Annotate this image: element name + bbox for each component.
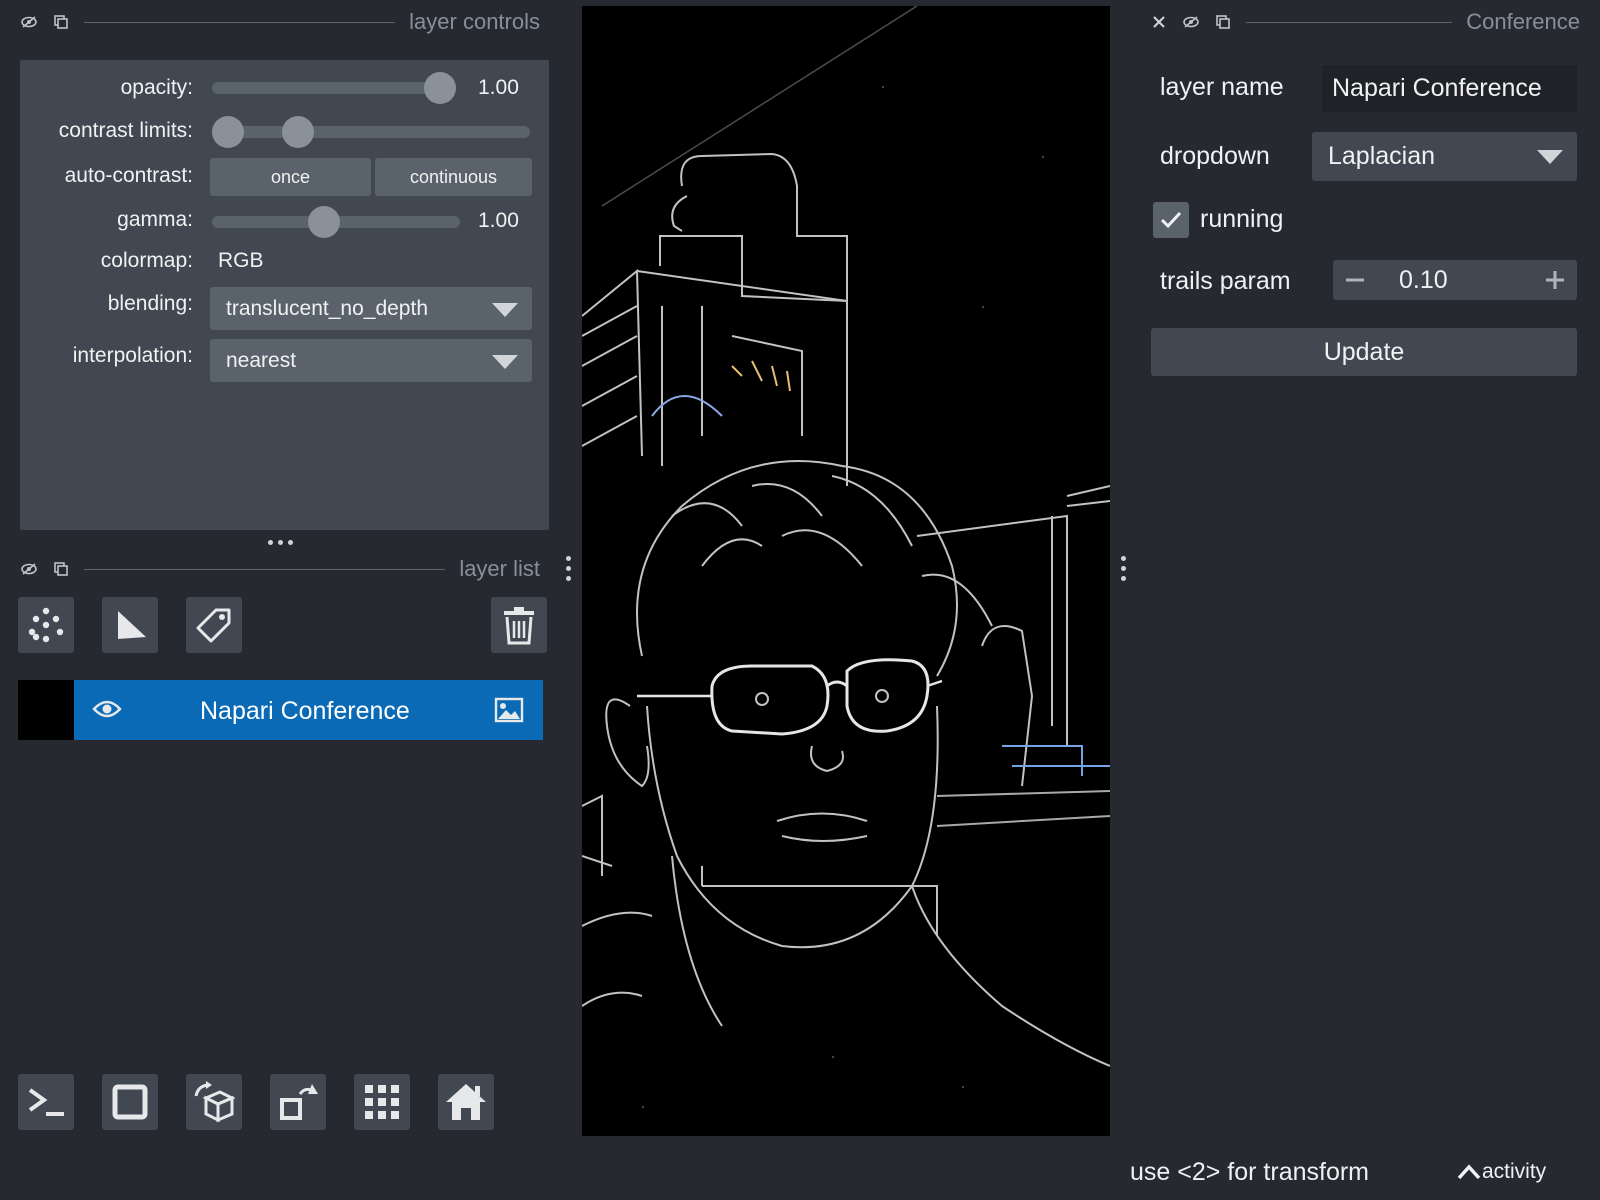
dock-title: Conference bbox=[1466, 9, 1580, 34]
blending-dropdown[interactable]: translucent_no_depth bbox=[210, 287, 532, 330]
trails-param-spinbox[interactable]: 0.10 bbox=[1333, 260, 1577, 300]
chevron-down-icon bbox=[1537, 149, 1563, 164]
gamma-slider[interactable] bbox=[212, 206, 460, 238]
laplacian-image bbox=[582, 6, 1110, 1108]
dropdown-value: Laplacian bbox=[1328, 142, 1436, 170]
grid-view-button[interactable] bbox=[354, 1074, 410, 1130]
layer-controls-header: layer controls bbox=[20, 9, 540, 34]
transpose-icon bbox=[280, 1084, 318, 1120]
eye-slash-icon[interactable] bbox=[20, 13, 38, 31]
header-divider bbox=[84, 568, 446, 570]
rotate-cube-icon bbox=[194, 1081, 236, 1123]
trails-param-value[interactable]: 0.10 bbox=[1399, 266, 1448, 295]
trails-param-label: trails param bbox=[1160, 267, 1291, 295]
trash-icon bbox=[504, 607, 534, 645]
layer-list-item[interactable]: Napari Conference bbox=[18, 680, 543, 740]
layer-thumbnail bbox=[18, 680, 74, 740]
new-points-layer-button[interactable] bbox=[18, 597, 74, 653]
filter-dropdown[interactable]: Laplacian bbox=[1312, 132, 1577, 181]
blending-value: translucent_no_depth bbox=[226, 296, 428, 320]
right-splitter-handle[interactable] bbox=[1121, 556, 1126, 581]
left-splitter-handle[interactable] bbox=[566, 556, 571, 581]
console-button[interactable] bbox=[18, 1074, 74, 1130]
grid-icon bbox=[365, 1085, 399, 1119]
roll-dims-button[interactable] bbox=[186, 1074, 242, 1130]
auto-contrast-once-button[interactable]: once bbox=[210, 158, 371, 196]
interpolation-value: nearest bbox=[226, 348, 297, 372]
eye-slash-icon[interactable] bbox=[20, 560, 38, 578]
header-divider bbox=[84, 21, 396, 23]
opacity-slider[interactable] bbox=[212, 72, 456, 104]
tag-icon bbox=[196, 608, 231, 643]
close-icon[interactable] bbox=[1150, 13, 1168, 31]
auto-contrast-label: auto-contrast: bbox=[64, 164, 193, 187]
update-button[interactable]: Update bbox=[1151, 328, 1577, 376]
status-message: use <2> for transform bbox=[1130, 1158, 1370, 1186]
splitter-handle[interactable] bbox=[268, 540, 293, 545]
layer-item-body[interactable]: Napari Conference bbox=[74, 680, 543, 740]
activity-label: activity bbox=[1482, 1160, 1547, 1183]
running-checkbox[interactable] bbox=[1153, 202, 1189, 238]
blending-label: blending: bbox=[107, 292, 193, 315]
gamma-value: 1.00 bbox=[478, 209, 519, 232]
terminal-icon bbox=[28, 1088, 64, 1116]
float-window-icon[interactable] bbox=[52, 560, 70, 578]
transpose-button[interactable] bbox=[270, 1074, 326, 1130]
header-divider bbox=[1246, 21, 1453, 23]
dock-title: layer controls bbox=[409, 9, 540, 34]
image-layer-icon bbox=[494, 697, 524, 728]
auto-contrast-continuous-button[interactable]: continuous bbox=[375, 158, 532, 196]
layer-name-label: layer name bbox=[1160, 73, 1284, 101]
contrast-limits-slider[interactable] bbox=[212, 116, 530, 148]
colormap-label: colormap: bbox=[100, 249, 193, 272]
square-icon bbox=[112, 1084, 148, 1120]
layer-name[interactable]: Napari Conference bbox=[200, 697, 410, 726]
layer-controls-panel: opacity: 1.00 contrast limits: auto-cont… bbox=[20, 60, 549, 530]
shapes-icon bbox=[118, 611, 146, 639]
gamma-label: gamma: bbox=[117, 208, 193, 231]
minus-icon[interactable] bbox=[1343, 268, 1367, 297]
dock-title: layer list bbox=[459, 556, 540, 581]
layer-name-input[interactable]: Napari Conference bbox=[1322, 65, 1577, 112]
conference-header: Conference bbox=[1150, 9, 1580, 34]
colormap-value: RGB bbox=[218, 249, 264, 272]
contrast-limits-label: contrast limits: bbox=[58, 119, 193, 142]
interpolation-dropdown[interactable]: nearest bbox=[210, 339, 532, 382]
points-icon bbox=[28, 607, 64, 643]
chevron-up-icon bbox=[1457, 1164, 1481, 1180]
viewer-canvas[interactable] bbox=[582, 6, 1110, 1136]
activity-button[interactable]: activity bbox=[1456, 1160, 1546, 1184]
new-shapes-layer-button[interactable] bbox=[102, 597, 158, 653]
running-label[interactable]: running bbox=[1200, 205, 1283, 234]
opacity-value: 1.00 bbox=[478, 76, 519, 99]
eye-icon[interactable] bbox=[92, 697, 122, 726]
opacity-label: opacity: bbox=[120, 76, 193, 99]
contrast-max-handle[interactable] bbox=[282, 116, 314, 148]
chevron-down-icon bbox=[492, 354, 518, 369]
dropdown-label: dropdown bbox=[1160, 142, 1270, 170]
gamma-slider-handle[interactable] bbox=[308, 206, 340, 238]
interpolation-label: interpolation: bbox=[72, 344, 193, 367]
plus-icon[interactable] bbox=[1543, 268, 1567, 297]
chevron-down-icon bbox=[492, 302, 518, 317]
float-window-icon[interactable] bbox=[52, 13, 70, 31]
home-button[interactable] bbox=[438, 1074, 494, 1130]
home-icon bbox=[446, 1084, 486, 1120]
layer-list-header: layer list bbox=[20, 556, 540, 581]
eye-slash-icon[interactable] bbox=[1182, 13, 1200, 31]
float-window-icon[interactable] bbox=[1214, 13, 1232, 31]
ndisplay-button[interactable] bbox=[102, 1074, 158, 1130]
delete-layer-button[interactable] bbox=[491, 597, 547, 653]
contrast-min-handle[interactable] bbox=[212, 116, 244, 148]
opacity-slider-handle[interactable] bbox=[424, 72, 456, 104]
checkmark-icon bbox=[1160, 211, 1182, 229]
new-labels-layer-button[interactable] bbox=[186, 597, 242, 653]
